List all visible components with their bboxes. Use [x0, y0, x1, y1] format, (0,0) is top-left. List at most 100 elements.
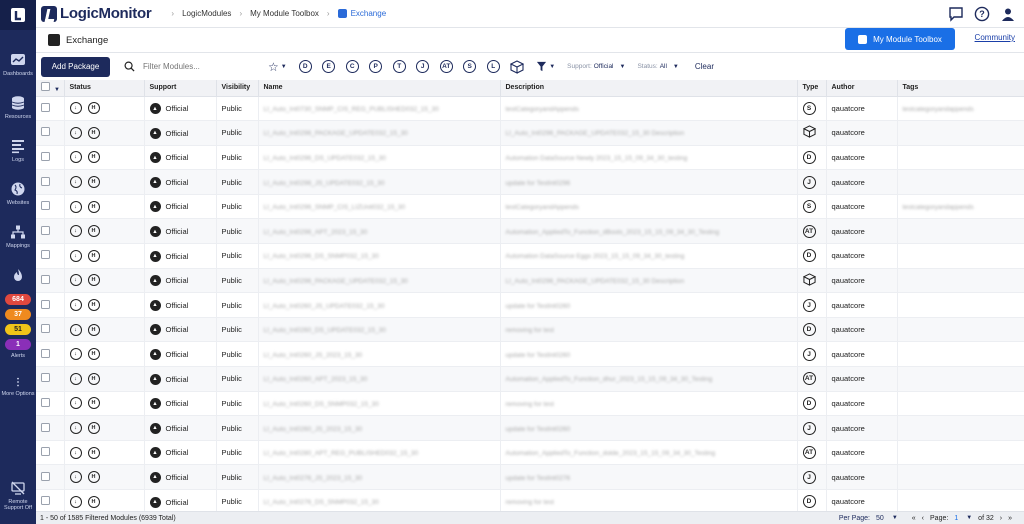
module-name[interactable]: LI_Auto_Int0260_DS_SNMP032_15_30	[264, 401, 379, 408]
page-select[interactable]: 1	[954, 515, 958, 522]
name-cell[interactable]: LI_Auto_Int0260_JS_2023_15_30	[258, 341, 501, 368]
download-icon[interactable]: ↓	[69, 348, 82, 361]
module-name[interactable]: LI_Auto_Int0260_APT_2023_15_30	[264, 376, 368, 383]
history-icon[interactable]: H	[87, 249, 100, 262]
caret-down-icon[interactable]: ▼	[966, 515, 972, 521]
sidebar-item-alerts-icon[interactable]	[0, 268, 36, 287]
alert-count-info[interactable]: 1	[5, 339, 31, 350]
name-cell[interactable]: LI_Auto_Int0296_DS_SNMP032_15_30	[258, 243, 501, 269]
download-icon[interactable]: ↓	[69, 495, 82, 508]
row-checkbox[interactable]	[41, 151, 50, 161]
sidebar-item-alerts[interactable]: Alerts	[0, 353, 36, 359]
filter-logsource[interactable]: L	[486, 60, 500, 73]
name-cell[interactable]: LI_Auto_Int0296_DS_UPDATE032_15_30	[258, 145, 501, 171]
advanced-filter[interactable]: ▼	[536, 61, 555, 72]
brand-logo[interactable]: LogicMonitor	[41, 5, 152, 22]
download-icon[interactable]: ↓	[69, 126, 82, 139]
alert-count-error[interactable]: 37	[5, 309, 31, 320]
history-icon[interactable]: H	[87, 471, 100, 484]
table-row[interactable]: ↓ H ▲ Official Public LI_Auto_Int0260_DS_UPDA…	[36, 317, 1024, 343]
download-icon[interactable]: ↓	[69, 249, 82, 262]
table-row[interactable]: ↓ H ▲ Official Public LI_Auto_Int0296_SNMP_CI…	[36, 194, 1024, 220]
next-page-icon[interactable]: ›	[1000, 515, 1002, 522]
name-cell[interactable]: LI_Auto_Int0296_JS_UPDATE032_15_30	[258, 169, 501, 195]
history-icon[interactable]: H	[87, 372, 100, 385]
row-select-cell[interactable]	[36, 218, 65, 245]
support-dropdown[interactable]: Support: Official ▼	[567, 63, 625, 70]
favorites-filter[interactable]: ☆ ▼	[268, 60, 287, 74]
module-name[interactable]: LI_Auto_Int0296_DS_SNMP032_15_30	[264, 253, 379, 260]
download-icon[interactable]: ↓	[69, 446, 82, 459]
history-icon[interactable]: H	[87, 274, 100, 287]
logicmonitor-logo[interactable]	[0, 0, 36, 30]
column-header-support[interactable]: Support	[144, 80, 217, 97]
row-select-cell[interactable]	[36, 96, 65, 122]
history-icon[interactable]: H	[87, 225, 100, 238]
history-icon[interactable]: H	[87, 446, 100, 459]
community-link[interactable]: Community	[975, 33, 1015, 42]
help-icon[interactable]: ?	[974, 6, 990, 22]
download-icon[interactable]: ↓	[69, 323, 82, 336]
history-icon[interactable]: H	[87, 323, 100, 336]
user-icon[interactable]	[1000, 6, 1016, 22]
table-row[interactable]: ↓ H ▲ Official Public LI_Auto_Int0280_APT_REG…	[36, 440, 1024, 466]
module-name[interactable]: LI_Auto_Int0260_JS_UPDATE032_15_30	[264, 303, 385, 310]
row-checkbox[interactable]	[41, 373, 50, 383]
row-select-cell[interactable]	[36, 489, 65, 511]
table-row[interactable]: ↓ H ▲ Official Public LI_Auto_Int0296_APT_202…	[36, 218, 1024, 245]
row-checkbox[interactable]	[41, 127, 50, 137]
row-select-cell[interactable]	[36, 366, 65, 392]
search-input[interactable]	[143, 62, 233, 71]
name-cell[interactable]: LI_Auto_Int0276_JS_2023_15_30	[258, 464, 501, 490]
module-name[interactable]: LI_Auto_Int0296_DS_UPDATE032_15_30	[264, 155, 386, 162]
name-cell[interactable]: LI_Auto_Int0276_DS_SNMP032_15_30	[258, 489, 501, 511]
module-name[interactable]: LI_Auto_Int0296_PACKAGE_UPDATE032_15_30	[264, 278, 408, 285]
last-page-icon[interactable]: »	[1008, 515, 1012, 522]
filter-propertysource[interactable]: P	[369, 60, 383, 73]
history-icon[interactable]: H	[87, 176, 100, 189]
module-name[interactable]: LI_Auto_Int0276_DS_SNMP032_15_30	[264, 499, 379, 506]
chat-icon[interactable]	[948, 6, 964, 22]
download-icon[interactable]: ↓	[69, 299, 82, 312]
row-checkbox[interactable]	[41, 250, 50, 260]
name-cell[interactable]: LI_Auto_Int0260_DS_SNMP032_15_30	[258, 391, 501, 417]
filter-configsource[interactable]: C	[345, 60, 359, 73]
table-row[interactable]: ↓ H ▲ Official Public LI_Auto_Int0260_JS_UPDA…	[36, 292, 1024, 318]
sidebar-item-remote-support[interactable]: Remote Support Off	[0, 480, 36, 511]
column-header-description[interactable]: Description	[500, 80, 798, 97]
row-checkbox[interactable]	[41, 422, 50, 432]
row-select-cell[interactable]	[36, 145, 65, 171]
table-row[interactable]: ↓ H ▲ Official Public LI_Auto_Int0296_JS_UPDA…	[36, 169, 1024, 195]
alert-count-warning[interactable]: 51	[5, 324, 31, 335]
column-header-status[interactable]: Status	[64, 80, 145, 97]
row-checkbox[interactable]	[41, 176, 50, 186]
history-icon[interactable]: H	[87, 348, 100, 361]
filter-datasource[interactable]: D	[298, 60, 312, 73]
sidebar-item-resources[interactable]: Resources	[0, 95, 36, 120]
module-name[interactable]: LI_Auto_Int0296_JS_UPDATE032_15_30	[264, 180, 385, 187]
select-all-header[interactable]: ▼	[36, 80, 65, 97]
row-checkbox[interactable]	[41, 102, 50, 112]
row-checkbox[interactable]	[41, 274, 50, 284]
name-cell[interactable]: LI_Auto_Int0260_JS_UPDATE032_15_30	[258, 292, 501, 318]
download-icon[interactable]: ↓	[69, 151, 82, 164]
column-header-name[interactable]: Name	[258, 80, 501, 97]
module-name[interactable]: LI_Auto_Int0296_PACKAGE_UPDATE032_15_30	[264, 130, 408, 137]
download-icon[interactable]: ↓	[69, 372, 82, 385]
status-dropdown[interactable]: Status: All ▼	[637, 63, 678, 70]
download-icon[interactable]: ↓	[69, 200, 82, 213]
download-icon[interactable]: ↓	[69, 274, 82, 287]
row-checkbox[interactable]	[41, 496, 50, 506]
clear-filters-button[interactable]: Clear	[695, 62, 714, 71]
module-name[interactable]: LI_Auto_Int0260_JS_2023_15_30	[264, 352, 363, 359]
filter-appliesto[interactable]: AT	[439, 60, 453, 73]
download-icon[interactable]: ↓	[69, 397, 82, 410]
download-icon[interactable]: ↓	[69, 176, 82, 189]
package-filter-icon[interactable]	[510, 59, 525, 74]
first-page-icon[interactable]: «	[912, 515, 916, 522]
my-module-toolbox-button[interactable]: My Module Toolbox	[845, 28, 955, 50]
row-select-cell[interactable]	[36, 194, 65, 220]
history-icon[interactable]: H	[87, 126, 100, 139]
select-all-checkbox[interactable]	[41, 82, 50, 92]
row-select-cell[interactable]	[36, 268, 65, 294]
